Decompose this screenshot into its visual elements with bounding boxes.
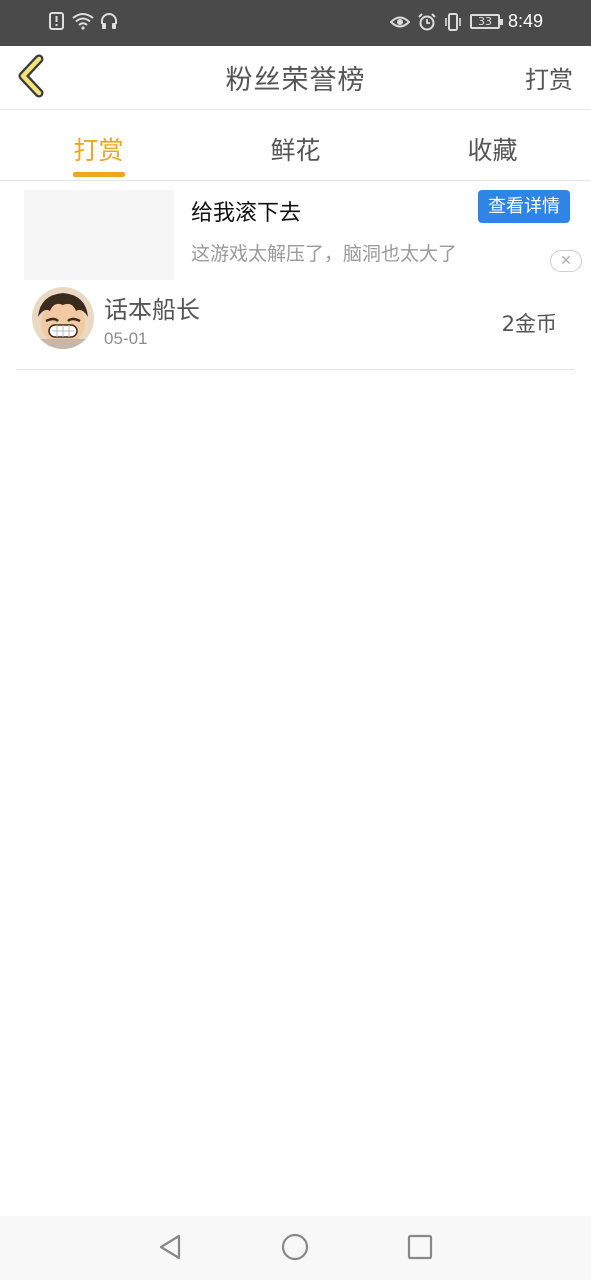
home-circle-icon[interactable] — [280, 1232, 310, 1262]
wifi-icon — [72, 13, 94, 30]
tab-bar: 打赏 鲜花 收藏 — [0, 111, 591, 181]
vibrate-icon — [445, 12, 461, 31]
status-left-icons — [48, 12, 118, 30]
reward-date: 05-01 — [104, 329, 148, 348]
tab-label: 鲜花 — [270, 136, 321, 165]
active-tab-indicator — [72, 172, 125, 177]
status-right-icons: 33 8:49 — [389, 11, 543, 32]
reward-amount: 2金币 — [501, 312, 557, 336]
ad-title: 给我滚下去 — [191, 201, 302, 226]
user-name: 话本船长 — [104, 296, 200, 324]
reward-header-button[interactable]: 打赏 — [525, 60, 573, 95]
tab-reward[interactable]: 打赏 — [0, 111, 197, 180]
system-nav-bar — [0, 1216, 591, 1280]
ad-image[interactable] — [24, 190, 174, 280]
headphones-icon — [101, 13, 117, 29]
ad-details-button[interactable]: 查看详情 — [478, 190, 570, 223]
tab-label: 打赏 — [73, 136, 124, 165]
back-triangle-icon[interactable] — [155, 1232, 185, 1262]
app-header: 粉丝荣誉榜 打赏 — [0, 46, 591, 110]
list-item[interactable]: 话本船长 05-01 2金币 — [16, 282, 574, 370]
alert-icon — [49, 12, 64, 30]
close-icon[interactable]: ✕ — [550, 250, 582, 272]
recents-square-icon[interactable] — [405, 1232, 435, 1262]
status-bar: 33 8:49 — [0, 0, 591, 46]
battery-icon: 33 — [469, 14, 503, 29]
ad-banner[interactable]: 给我滚下去 这游戏太解压了，脑洞也太大了 查看详情 — [0, 182, 591, 280]
tab-label: 收藏 — [467, 136, 518, 165]
page-title: 粉丝荣誉榜 — [225, 65, 366, 96]
eye-icon — [389, 16, 410, 27]
alarm-icon — [418, 12, 436, 30]
clock-time: 8:49 — [507, 11, 543, 31]
ad-description: 这游戏太解压了，脑洞也太大了 — [191, 243, 458, 265]
tab-flowers[interactable]: 鲜花 — [197, 111, 394, 180]
tab-favorites[interactable]: 收藏 — [394, 111, 591, 180]
avatar-image — [32, 287, 94, 349]
avatar[interactable] — [32, 287, 94, 349]
